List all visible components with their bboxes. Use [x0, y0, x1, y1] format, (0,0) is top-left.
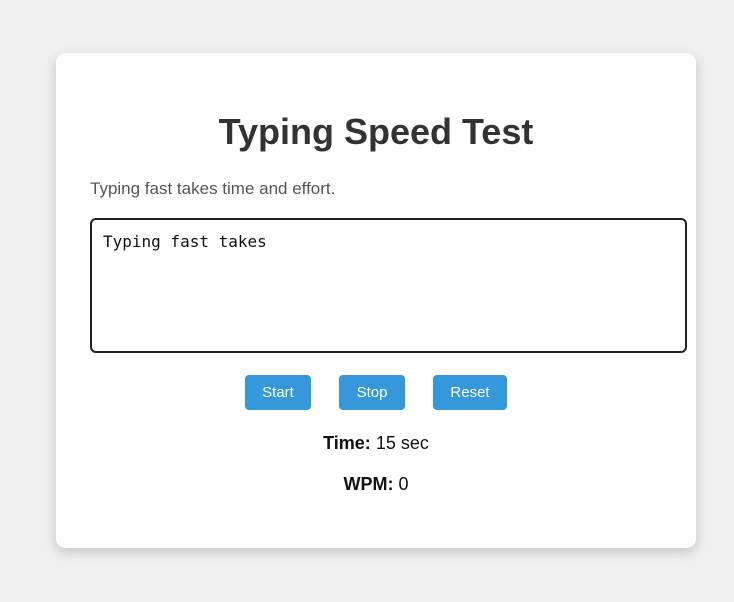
time-label: Time:: [323, 433, 371, 453]
typing-input[interactable]: Typing fast takes: [90, 218, 687, 353]
wpm-value: 0: [398, 474, 409, 494]
wpm-stat: WPM: 0: [56, 473, 696, 495]
time-stat: Time: 15 sec: [56, 432, 696, 454]
start-button[interactable]: Start: [245, 375, 311, 410]
page-title: Typing Speed Test: [218, 111, 534, 152]
wpm-label: WPM:: [343, 474, 394, 494]
typing-test-card: Typing Speed Test Typing fast takes time…: [56, 53, 696, 548]
time-value: 15 sec: [375, 433, 429, 453]
reset-button[interactable]: Reset: [433, 375, 507, 410]
prompt-text: Typing fast takes time and effort.: [90, 179, 336, 198]
control-buttons: Start Stop Reset: [56, 375, 696, 410]
stop-button[interactable]: Stop: [339, 375, 405, 410]
